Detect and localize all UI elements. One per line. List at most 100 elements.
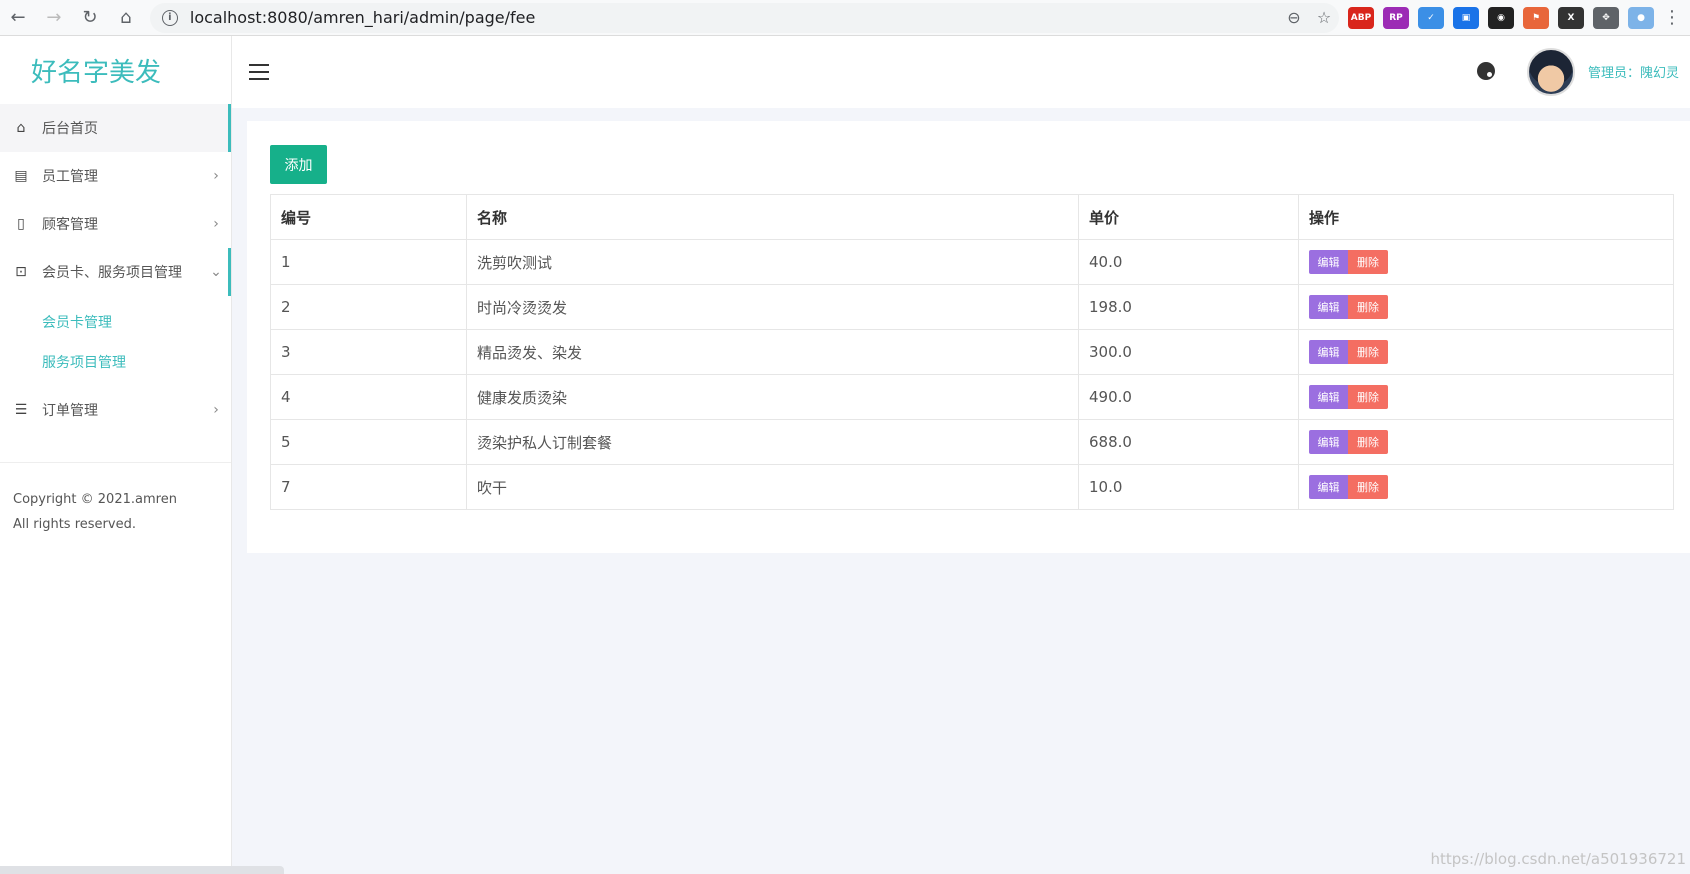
staff-icon: ▤ — [14, 168, 28, 184]
cell-price: 688.0 — [1078, 419, 1299, 465]
row-actions: 编辑 删除 — [1309, 430, 1673, 454]
table-row: 3 精品烫发、染发 300.0 编辑 删除 — [270, 329, 1674, 375]
browser-toolbar: ← → ↻ ⌂ i localhost:8080/amren_hari/admi… — [0, 0, 1690, 36]
doc-lock-icon[interactable]: ▣ — [1453, 6, 1479, 29]
bookmark-star-icon[interactable]: ☆ — [1309, 8, 1339, 27]
admin-name[interactable]: 管理员：隗幻灵 — [1588, 62, 1679, 81]
sidebar-item-customers[interactable]: ▯ 顾客管理 › — [0, 200, 231, 248]
site-info-icon[interactable]: i — [161, 9, 178, 26]
fee-table: 编号 名称 单价 操作 1 洗剪吹测试 40.0 编辑 删除 2 时尚冷烫烫发 198.0 编辑… — [270, 194, 1674, 510]
cell-price: 490.0 — [1078, 374, 1299, 420]
sidebar-item-staff[interactable]: ▤ 员工管理 › — [0, 152, 231, 200]
file-icon: ▯ — [17, 216, 25, 232]
sitemap-icon: ⊡ — [15, 264, 27, 280]
hamburger-menu-icon[interactable] — [249, 64, 269, 85]
edit-button[interactable]: 编辑 — [1309, 295, 1348, 319]
delete-button[interactable]: 删除 — [1348, 250, 1388, 274]
abp-icon[interactable]: ABP — [1348, 6, 1374, 29]
edit-button[interactable]: 编辑 — [1309, 340, 1348, 364]
submenu-item-service-items[interactable]: 服务项目管理 — [0, 342, 231, 382]
delete-button[interactable]: 删除 — [1348, 430, 1388, 454]
sidebar-item-label: 会员卡、服务项目管理 — [42, 265, 182, 281]
cell-id: 2 — [270, 284, 467, 330]
cell-id: 1 — [270, 239, 467, 285]
home-button-icon[interactable]: ⌂ — [108, 0, 144, 36]
column-header-actions: 操作 — [1298, 194, 1674, 240]
cell-actions: 编辑 删除 — [1298, 329, 1674, 375]
cell-name: 烫染护私人订制套餐 — [466, 419, 1079, 465]
watermark: https://blog.csdn.net/a501936721 — [1430, 850, 1686, 868]
menu-dots-icon[interactable]: ⋮ — [1654, 0, 1690, 36]
cell-id: 4 — [270, 374, 467, 420]
table-row: 4 健康发质烫染 490.0 编辑 删除 — [270, 374, 1674, 420]
puzzle-icon[interactable]: ✥ — [1593, 6, 1619, 29]
cell-price: 300.0 — [1078, 329, 1299, 375]
cell-id: 5 — [270, 419, 467, 465]
cell-price: 198.0 — [1078, 284, 1299, 330]
brand-title[interactable]: 好名字美发 — [0, 36, 231, 104]
address-bar[interactable]: i localhost:8080/amren_hari/admin/page/f… — [149, 2, 1339, 33]
sidebar-item-label: 顾客管理 — [42, 217, 98, 233]
forward-icon[interactable]: → — [36, 0, 72, 36]
cell-id: 3 — [270, 329, 467, 375]
profile-icon[interactable]: ● — [1628, 6, 1654, 29]
cell-actions: 编辑 删除 — [1298, 419, 1674, 465]
column-header-id: 编号 — [270, 194, 467, 240]
row-actions: 编辑 删除 — [1309, 475, 1673, 499]
submenu-item-membership-cards[interactable]: 会员卡管理 — [0, 302, 231, 342]
back-icon[interactable]: ← — [0, 0, 36, 36]
cell-name: 吹干 — [466, 464, 1079, 510]
status-bar — [0, 866, 284, 874]
zoom-icon[interactable]: ⊖ — [1279, 8, 1309, 27]
table-row: 7 吹干 10.0 编辑 删除 — [270, 464, 1674, 510]
cell-actions: 编辑 删除 — [1298, 374, 1674, 420]
row-actions: 编辑 删除 — [1309, 340, 1673, 364]
chevron-down-icon: ⌄ — [210, 264, 222, 280]
delete-button[interactable]: 删除 — [1348, 475, 1388, 499]
table-row: 1 洗剪吹测试 40.0 编辑 删除 — [270, 239, 1674, 285]
chevron-right-icon: › — [213, 168, 219, 184]
url-text: localhost:8080/amren_hari/admin/page/fee — [189, 8, 536, 27]
chevron-right-icon: › — [213, 402, 219, 418]
row-actions: 编辑 删除 — [1309, 250, 1673, 274]
content-panel: 添加 编号 名称 单价 操作 1 洗剪吹测试 40.0 编辑 删除 2 时尚冷烫烫发 198.… — [247, 121, 1690, 553]
edit-button[interactable]: 编辑 — [1309, 475, 1348, 499]
sidebar-item-label: 订单管理 — [42, 403, 98, 419]
table-header-row: 编号 名称 单价 操作 — [270, 194, 1674, 240]
edit-button[interactable]: 编辑 — [1309, 385, 1348, 409]
sidebar-item-label: 员工管理 — [42, 169, 98, 185]
delete-button[interactable]: 删除 — [1348, 340, 1388, 364]
reload-icon[interactable]: ↻ — [72, 0, 108, 36]
x-box-icon[interactable]: X — [1558, 6, 1584, 29]
cell-id: 7 — [270, 464, 467, 510]
table-row: 2 时尚冷烫烫发 198.0 编辑 删除 — [270, 284, 1674, 330]
extensions-area: ABP RP ✓ ▣ ◉ ⚑ X ✥ ● — [1339, 6, 1654, 29]
check-icon[interactable]: ✓ — [1418, 6, 1444, 29]
column-header-price: 单价 — [1078, 194, 1299, 240]
mask-icon[interactable]: ◉ — [1488, 6, 1514, 29]
cell-price: 10.0 — [1078, 464, 1299, 510]
cell-actions: 编辑 删除 — [1298, 239, 1674, 285]
rp-icon[interactable]: RP — [1383, 6, 1409, 29]
table-body: 1 洗剪吹测试 40.0 编辑 删除 2 时尚冷烫烫发 198.0 编辑 删除 3 精品烫发、染发 30… — [270, 239, 1674, 510]
column-header-name: 名称 — [466, 194, 1079, 240]
delete-button[interactable]: 删除 — [1348, 295, 1388, 319]
cell-name: 时尚冷烫烫发 — [466, 284, 1079, 330]
avatar[interactable] — [1527, 48, 1575, 96]
row-actions: 编辑 删除 — [1309, 295, 1673, 319]
palette-icon[interactable] — [1477, 62, 1495, 80]
cell-name: 精品烫发、染发 — [466, 329, 1079, 375]
cell-actions: 编辑 删除 — [1298, 284, 1674, 330]
edit-button[interactable]: 编辑 — [1309, 250, 1348, 274]
sidebar-item-orders[interactable]: ☰ 订单管理 › — [0, 386, 231, 434]
sidebar-item-label: 后台首页 — [42, 121, 98, 137]
cell-price: 40.0 — [1078, 239, 1299, 285]
add-button[interactable]: 添加 — [270, 145, 327, 184]
sidebar-item-home[interactable]: ⌂ 后台首页 — [0, 104, 231, 152]
edit-button[interactable]: 编辑 — [1309, 430, 1348, 454]
sidebar-item-membership-services[interactable]: ⊡ 会员卡、服务项目管理 ⌄ — [0, 248, 231, 296]
delete-button[interactable]: 删除 — [1348, 385, 1388, 409]
top-header: 管理员：隗幻灵 — [232, 36, 1690, 108]
chevron-right-icon: › — [213, 216, 219, 232]
sitemap-icon[interactable]: ⚑ — [1523, 6, 1549, 29]
